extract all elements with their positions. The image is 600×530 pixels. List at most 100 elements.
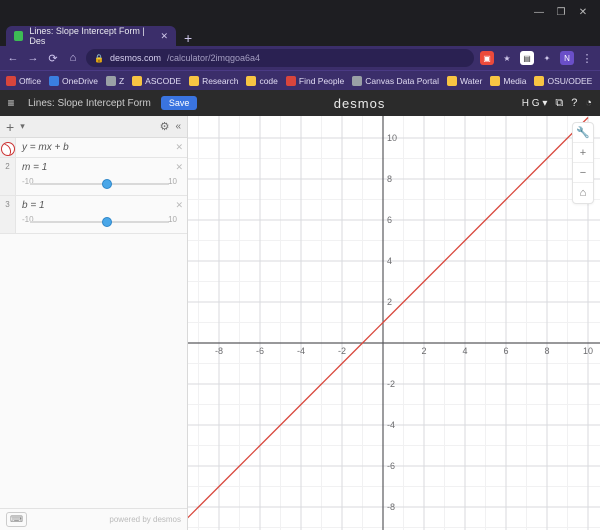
panel-toolbar: + ▾ ⚙ « [0,116,187,138]
zoom-home-button[interactable]: ⌂ [573,183,593,203]
row-delete-icon[interactable]: ✕ [175,142,183,153]
bookmark-item[interactable]: Research [189,76,238,86]
address-bar[interactable]: 🔒 desmos.com/calculator/2imqgoa6a4 [86,49,474,67]
graph-settings-button[interactable]: 🔧 [573,123,593,143]
bookmark-item[interactable]: Water [447,76,482,86]
new-tab-button[interactable]: + [176,30,200,46]
bookmark-icon [352,76,362,86]
bookmarks-bar: Office OneDrive Z ASCODE Research code F… [0,70,600,90]
bookmark-icon [534,76,544,86]
bookmark-item[interactable]: Media [490,76,526,86]
save-button[interactable]: Save [161,96,198,110]
svg-text:-4: -4 [297,346,305,356]
row-delete-icon[interactable]: ✕ [175,200,183,211]
bookmark-item[interactable]: Z [106,76,124,86]
zoom-out-button[interactable]: − [573,163,593,183]
bookmark-label: Office [19,76,41,86]
add-expression-chevron-icon[interactable]: ▾ [20,121,25,132]
help-icon[interactable]: ? [571,97,577,109]
extension-icon[interactable]: ★ [500,51,514,65]
panel-settings-icon[interactable]: ⚙ [160,120,170,133]
bookmark-item[interactable]: OneDrive [49,76,98,86]
add-expression-button[interactable]: + [6,119,14,135]
slider-max: 10 [168,215,177,224]
svg-text:-6: -6 [256,346,264,356]
slider-knob[interactable] [102,179,112,189]
bookmark-item[interactable]: Office [6,76,41,86]
slider-m[interactable]: -10 10 [22,177,177,191]
expression-row[interactable]: 2 ✕ m = 1 -10 10 [0,158,187,196]
panel-collapse-button[interactable]: « [175,121,181,132]
zoom-in-button[interactable]: + [573,143,593,163]
bookmark-item[interactable]: Canvas Data Portal [352,76,439,86]
slider-b[interactable]: -10 10 [22,215,177,229]
tab-close-icon[interactable]: ✕ [160,31,168,42]
plot-color-icon[interactable] [1,142,15,156]
bookmark-item[interactable]: ASCODE [132,76,181,86]
row-delete-icon[interactable]: ✕ [175,162,183,173]
bookmark-label: OneDrive [62,76,98,86]
svg-text:-2: -2 [338,346,346,356]
row-index [0,138,16,157]
svg-text:-4: -4 [387,420,395,430]
slider-track[interactable] [30,183,169,185]
browser-menu-button[interactable]: ⋮ [580,51,594,65]
slider-knob[interactable] [102,217,112,227]
extensions-menu-icon[interactable]: ✦ [540,51,554,65]
keyboard-toggle-button[interactable]: ⌨ [6,512,27,527]
url-host: desmos.com [110,53,161,63]
bookmark-label: OSU/ODEE [547,76,592,86]
svg-text:6: 6 [503,346,508,356]
user-label[interactable]: H G ▾ [522,98,548,109]
nav-reload-button[interactable]: ⟳ [46,51,60,65]
nav-home-button[interactable]: ⌂ [66,51,80,65]
nav-forward-button[interactable]: → [26,51,40,65]
bookmark-icon [189,76,199,86]
bookmark-label: Find People [299,76,344,86]
svg-text:2: 2 [387,297,392,307]
graph-canvas[interactable]: -10-8-6-4-2246810-10-8-6-4-2246810 🔧 + −… [188,116,600,530]
row-index: 2 [0,158,16,195]
slider-max: 10 [168,177,177,186]
bookmark-item[interactable]: code [246,76,277,86]
bookmark-icon [49,76,59,86]
expression-panel: + ▾ ⚙ « ✕ y = mx + b 2 ✕ m = 1 -10 10 [0,116,188,530]
window-close-button[interactable]: ✕ [572,3,594,21]
bookmark-icon [447,76,457,86]
bookmark-label: Water [460,76,482,86]
slider-label[interactable]: b = 1 [22,200,181,211]
extension-icon[interactable]: ▣ [480,51,494,65]
hamburger-menu-button[interactable]: ≡ [0,96,22,110]
share-icon[interactable]: ⧉ [555,97,563,110]
slider-track[interactable] [30,221,169,223]
graph-tools: 🔧 + − ⌂ [572,122,594,204]
expression-row[interactable]: 3 ✕ b = 1 -10 10 [0,196,187,234]
settings-icon[interactable]: ◔ [585,97,592,109]
svg-text:-8: -8 [387,502,395,512]
window-minimize-button[interactable]: — [528,3,550,21]
bookmark-item[interactable]: Find People [286,76,344,86]
bookmark-icon [106,76,116,86]
slider-label[interactable]: m = 1 [22,162,181,173]
tab-favicon [14,31,23,41]
expression-row[interactable]: ✕ y = mx + b [0,138,187,158]
extension-icon[interactable]: ▤ [520,51,534,65]
bookmark-label: code [259,76,277,86]
bookmark-icon [490,76,500,86]
graph-title[interactable]: Lines: Slope Intercept Form [22,98,157,109]
expression-text[interactable]: y = mx + b [22,142,181,153]
nav-back-button[interactable]: ← [6,51,20,65]
bookmark-item[interactable]: OSU/ODEE [534,76,592,86]
browser-toolbar: ← → ⟳ ⌂ 🔒 desmos.com/calculator/2imqgoa6… [0,46,600,70]
svg-text:10: 10 [583,346,593,356]
browser-tab[interactable]: Lines: Slope Intercept Form | Des ✕ [6,26,176,46]
bookmark-label: Z [119,76,124,86]
svg-text:8: 8 [387,174,392,184]
bookmark-icon [246,76,256,86]
svg-text:-8: -8 [215,346,223,356]
svg-text:4: 4 [387,256,392,266]
tab-title: Lines: Slope Intercept Form | Des [29,26,154,46]
bookmark-icon [286,76,296,86]
profile-avatar[interactable]: N [560,51,574,65]
window-maximize-button[interactable]: ❐ [550,3,572,21]
